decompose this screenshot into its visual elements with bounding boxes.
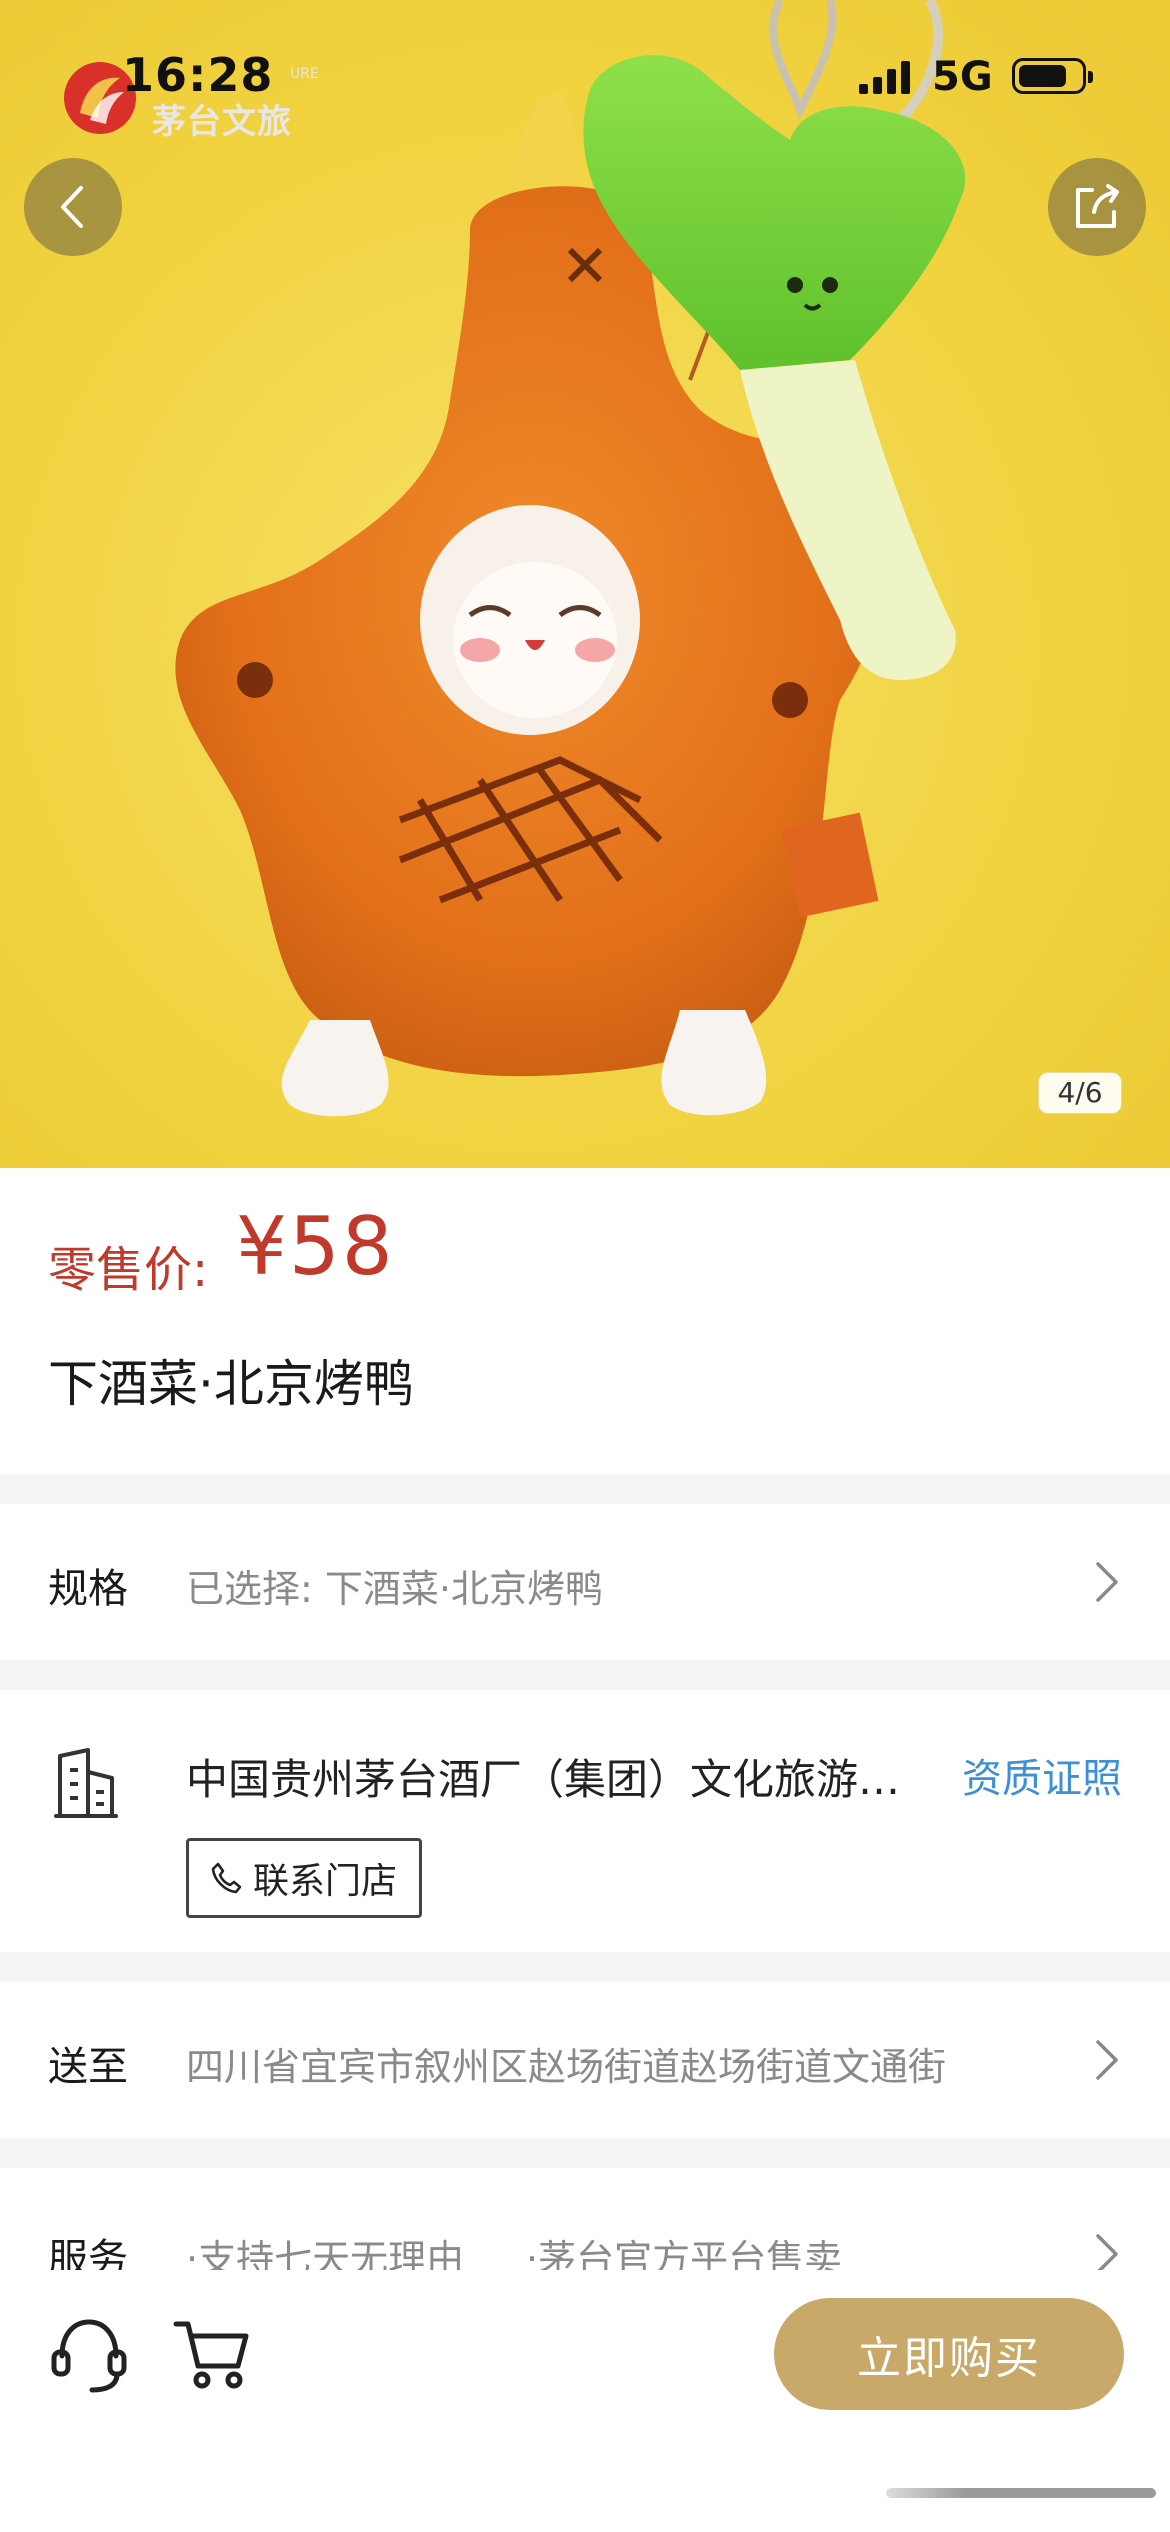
spec-label: 规格 <box>48 1566 128 1612</box>
share-icon <box>1076 184 1119 228</box>
contact-store-label: 联系门店 <box>253 1861 398 1902</box>
back-button[interactable] <box>24 158 122 256</box>
customer-service-icon[interactable] <box>48 2314 130 2396</box>
shipping-label: 送至 <box>48 2044 128 2090</box>
spec-selector[interactable]: 规格 已选择: 下酒菜·北京烤鸭 <box>0 1504 1170 1660</box>
product-name: 下酒菜·北京烤鸭 <box>48 1355 414 1413</box>
chevron-left-icon <box>61 186 83 228</box>
certification-link[interactable]: 资质证照 <box>962 1746 1122 1804</box>
home-indicator[interactable] <box>886 2488 1156 2498</box>
battery-tip <box>1088 71 1093 83</box>
product-photo <box>175 0 966 1117</box>
building-icon <box>54 1748 118 1818</box>
buy-now-button[interactable]: 立即购买 <box>774 2298 1124 2410</box>
cellular-signal-icon <box>859 61 910 94</box>
battery-level <box>1019 65 1066 87</box>
price-value: ¥58 <box>236 1200 395 1293</box>
brand-logo-sup: URE <box>290 66 319 82</box>
shop-name[interactable]: 中国贵州茅台酒厂（集团）文化旅游股份有限公司 <box>186 1746 926 1807</box>
network-type: 5G <box>932 54 993 100</box>
shopping-cart-icon[interactable] <box>172 2314 252 2394</box>
phone-icon <box>211 1862 242 1894</box>
contact-store-button[interactable]: 联系门店 <box>186 1838 423 1918</box>
status-bar: URE 茅台文旅 16:28 5G <box>0 0 1170 150</box>
shop-card: 中国贵州茅台酒厂（集团）文化旅游股份有限公司 资质证照 联系门店 <box>0 1690 1170 1952</box>
chevron-right-icon <box>1096 1562 1118 1602</box>
bottom-action-bar: 立即购买 <box>0 2270 1170 2430</box>
spec-value: 已选择: 下酒菜·北京烤鸭 <box>186 1567 603 1611</box>
battery-icon <box>1012 58 1093 94</box>
chevron-right-icon <box>1096 2040 1118 2080</box>
shipping-address-selector[interactable]: 送至 四川省宜宾市叙州区赵场街道赵场街道文通街 <box>0 1982 1170 2138</box>
image-counter: 4/6 <box>1038 1072 1122 1114</box>
share-button[interactable] <box>1048 158 1146 256</box>
product-image-gallery[interactable]: URE 茅台文旅 16:28 5G 4/6 <box>0 0 1170 1168</box>
status-time: 16:28 <box>122 48 274 102</box>
shipping-address: 四川省宜宾市叙州区赵场街道赵场街道文通街 <box>186 2045 947 2089</box>
price-card: 零售价: ¥58 下酒菜·北京烤鸭 <box>0 1168 1170 1474</box>
price-label: 零售价: <box>48 1242 209 1298</box>
